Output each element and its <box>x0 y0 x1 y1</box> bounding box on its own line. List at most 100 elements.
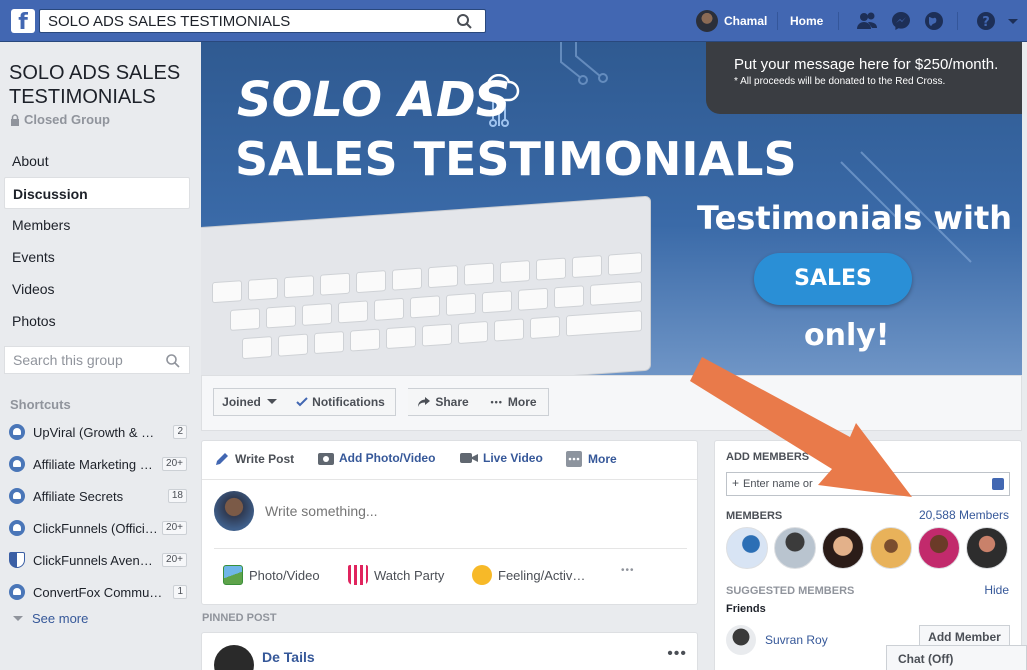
tab-write-post[interactable]: Write Post <box>214 451 294 467</box>
keyboard-key <box>464 262 494 286</box>
annotation-arrow-icon <box>690 357 912 497</box>
keyboard-key <box>428 265 458 289</box>
divider <box>777 12 778 30</box>
group-search <box>4 346 190 374</box>
keyboard-key <box>482 290 512 314</box>
shortcut-label: ConvertFox Commu… <box>33 584 163 600</box>
cover-sales-pill: SALES <box>754 253 912 305</box>
more-label: More <box>507 395 537 409</box>
member-avatar[interactable] <box>966 527 1008 569</box>
global-search-input[interactable] <box>40 10 450 32</box>
option-label: Watch Party <box>374 567 445 583</box>
tab-live-video[interactable]: Live Video <box>460 451 543 465</box>
nav-discussion[interactable]: Discussion <box>4 177 190 209</box>
suggested-member-name[interactable]: Suvran Roy <box>765 633 828 647</box>
shortcut-item[interactable]: UpViral (Growth & M… 2 <box>9 422 187 442</box>
member-avatar[interactable] <box>774 527 816 569</box>
more-button[interactable]: ••• More <box>479 388 549 416</box>
shortcut-item[interactable]: Affiliate Secrets 18 <box>9 486 187 506</box>
share-label: Share <box>435 395 469 409</box>
help-icon[interactable]: ? <box>975 10 997 32</box>
avatar[interactable] <box>214 645 254 670</box>
keyboard-key <box>410 295 440 319</box>
shortcut-item[interactable]: ClickFunnels Aven… 20+ <box>9 550 187 570</box>
shortcut-label: Affiliate Secrets <box>33 488 124 504</box>
avatar[interactable] <box>726 625 756 655</box>
nav-members[interactable]: Members <box>4 209 190 241</box>
keyboard-key <box>458 320 488 345</box>
keyboard-key <box>446 292 476 316</box>
keyboard-key <box>248 277 278 301</box>
shortcut-badge: 20+ <box>162 553 187 567</box>
tab-add-photo-video[interactable]: Add Photo/Video <box>318 451 435 465</box>
keyboard-key <box>284 275 314 299</box>
watch-party-option[interactable]: Watch Party <box>348 565 444 585</box>
keyboard-key <box>266 305 296 329</box>
shortcut-item[interactable]: ClickFunnels (Offici… 20+ <box>9 518 187 538</box>
nav-about[interactable]: About <box>4 145 190 177</box>
photo-video-option[interactable]: Photo/Video <box>223 565 320 585</box>
nav-photos[interactable]: Photos <box>4 305 190 337</box>
keyboard-key <box>566 310 642 337</box>
divider <box>202 479 697 480</box>
write-something-input[interactable] <box>265 503 665 519</box>
keyboard-key <box>212 280 242 304</box>
tab-label: Live Video <box>483 451 543 465</box>
group-icon <box>9 424 25 440</box>
more-options-dots[interactable]: ••• <box>621 565 635 576</box>
pencil-icon <box>216 453 228 465</box>
shortcut-badge: 18 <box>167 489 187 503</box>
feeling-activity-option[interactable]: Feeling/Activ… <box>472 565 585 585</box>
member-avatar[interactable] <box>918 527 960 569</box>
global-search <box>39 9 486 33</box>
contact-list-icon[interactable] <box>992 478 1004 490</box>
divider <box>957 12 958 30</box>
shortcut-badge: 20+ <box>162 457 187 471</box>
member-avatar[interactable] <box>822 527 864 569</box>
tab-more[interactable]: More <box>566 451 617 467</box>
notifications-globe-icon[interactable] <box>923 10 945 32</box>
keyboard-key <box>338 300 368 324</box>
keyboard-key <box>230 307 260 332</box>
group-search-input[interactable] <box>5 347 155 373</box>
facebook-logo-icon[interactable]: f <box>11 9 35 33</box>
post-menu-dots[interactable]: ••• <box>667 645 687 663</box>
friend-requests-icon[interactable] <box>856 10 878 32</box>
nav-events[interactable]: Events <box>4 241 190 273</box>
user-name: Chamal <box>724 14 768 28</box>
keyboard-key <box>392 267 422 291</box>
notifications-button[interactable]: Notifications <box>286 388 396 416</box>
profile-link[interactable]: Chamal <box>696 10 767 32</box>
search-icon[interactable] <box>165 353 181 369</box>
group-icon <box>9 488 25 504</box>
account-menu-chevron-icon[interactable] <box>1006 10 1020 32</box>
keyboard-key <box>350 328 380 352</box>
post-author[interactable]: De Tails <box>262 649 315 665</box>
photo-icon <box>223 565 243 585</box>
search-button[interactable] <box>443 10 485 32</box>
group-cover-photo[interactable]: SOLO ADS SALES TESTIMONIALS Put your mes… <box>201 42 1022 375</box>
hide-suggestions-link[interactable]: Hide <box>984 583 1009 597</box>
divider <box>838 12 839 30</box>
share-button[interactable]: Share <box>408 388 480 416</box>
keyboard-key <box>278 333 308 357</box>
messenger-icon[interactable] <box>890 10 912 32</box>
popcorn-icon <box>348 565 368 585</box>
member-avatar[interactable] <box>870 527 912 569</box>
chat-sidebar-toggle[interactable]: Chat (Off) <box>886 645 1027 670</box>
group-title[interactable]: SOLO ADS SALES TESTIMONIALS <box>9 61 194 109</box>
shortcuts-heading: Shortcuts <box>10 397 71 412</box>
home-link[interactable]: Home <box>790 14 823 28</box>
see-more-shortcuts[interactable]: See more <box>13 611 88 626</box>
nav-videos[interactable]: Videos <box>4 273 190 305</box>
keyboard-key <box>572 254 602 279</box>
cover-headline-2: SALES TESTIMONIALS <box>235 132 797 186</box>
post-composer: Write Post Add Photo/Video Live Video Mo… <box>201 440 698 605</box>
shortcut-item[interactable]: ConvertFox Commu… 1 <box>9 582 187 602</box>
shortcut-label: ClickFunnels Aven… <box>33 552 153 568</box>
joined-button[interactable]: Joined <box>213 388 287 416</box>
tab-label: Write Post <box>235 452 295 466</box>
member-avatar[interactable] <box>726 527 768 569</box>
shortcut-item[interactable]: Affiliate Marketing … 20+ <box>9 454 187 474</box>
keyboard-key <box>422 323 452 347</box>
